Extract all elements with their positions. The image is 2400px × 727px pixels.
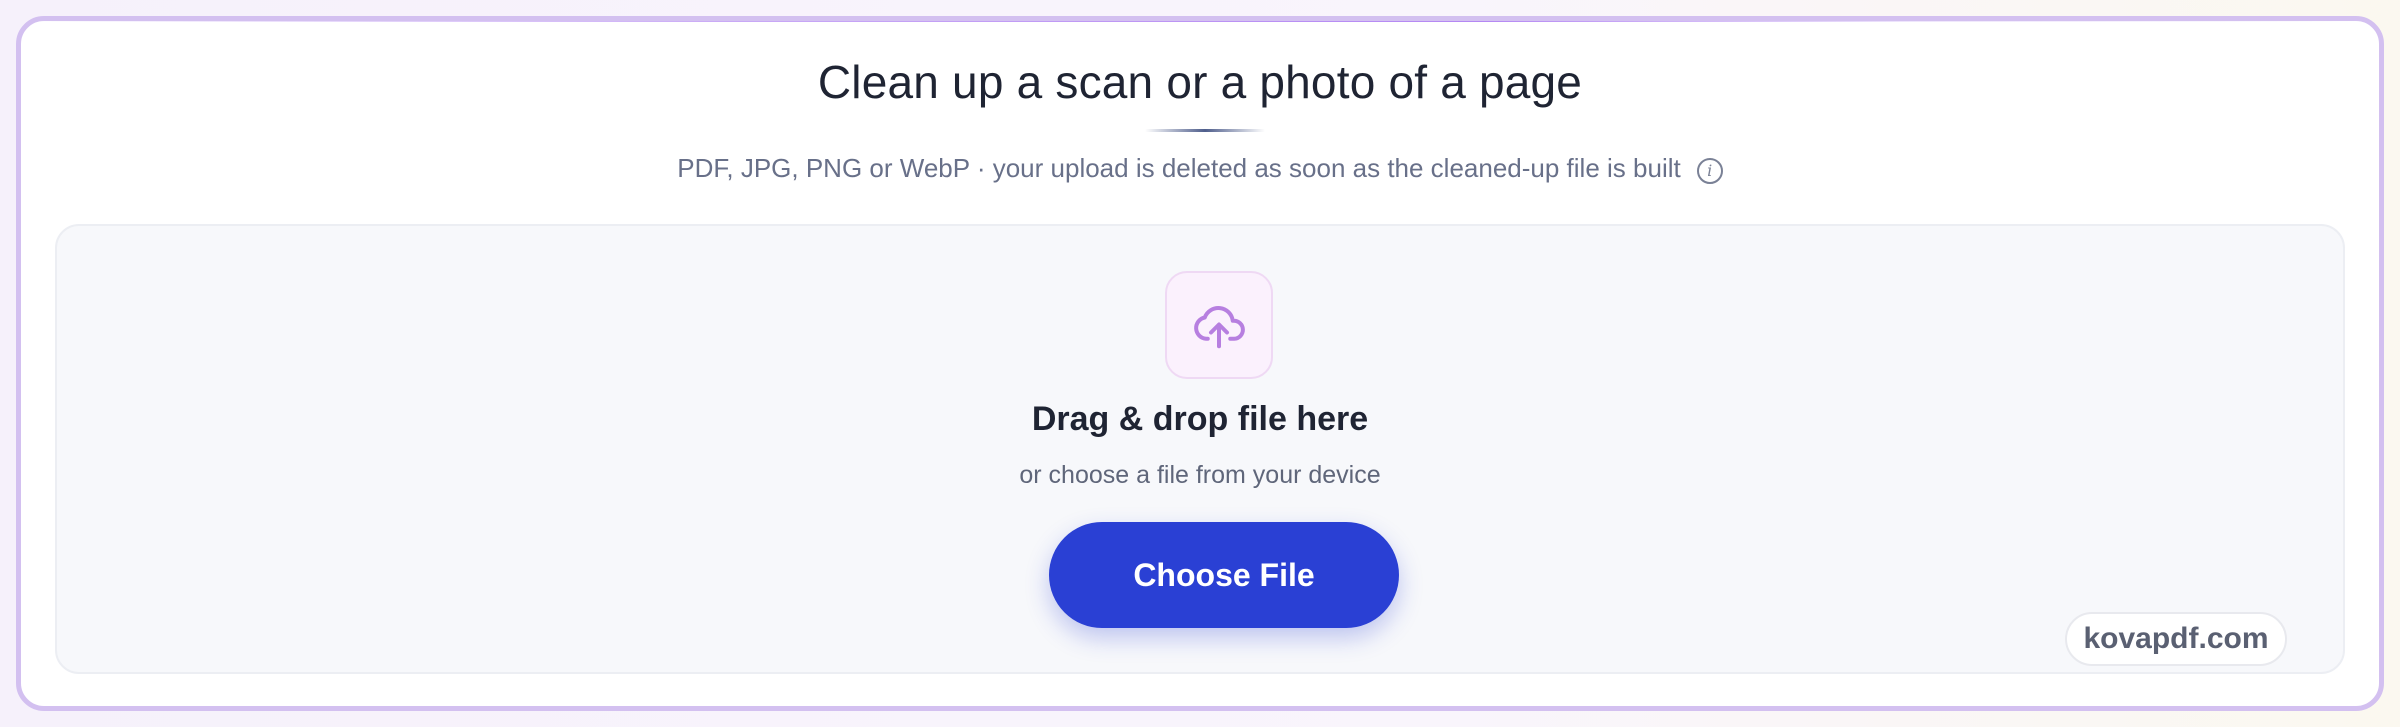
file-dropzone[interactable]: Drag & drop file here or choose a file f… — [55, 224, 2345, 674]
upload-badge — [1165, 271, 1273, 379]
subtitle-row: PDF, JPG, PNG or WebP · your upload is d… — [21, 153, 2379, 184]
title-underline — [1145, 129, 1265, 132]
choose-file-button[interactable]: Choose File — [1049, 522, 1399, 628]
site-watermark: kovapdf.com — [2065, 612, 2287, 666]
subtitle-text: PDF, JPG, PNG or WebP · your upload is d… — [677, 153, 1681, 183]
upload-card: Clean up a scan or a photo of a page PDF… — [16, 16, 2384, 711]
info-icon[interactable]: i — [1696, 157, 1723, 184]
cloud-upload-icon — [1194, 306, 1245, 349]
page-background: Clean up a scan or a photo of a page PDF… — [0, 0, 2400, 727]
card-top-glow — [21, 21, 2379, 22]
page-title: Clean up a scan or a photo of a page — [817, 56, 1583, 108]
dropzone-heading: Drag & drop file here — [1031, 400, 1369, 438]
dropzone-subtext: or choose a file from your device — [1019, 461, 1381, 489]
